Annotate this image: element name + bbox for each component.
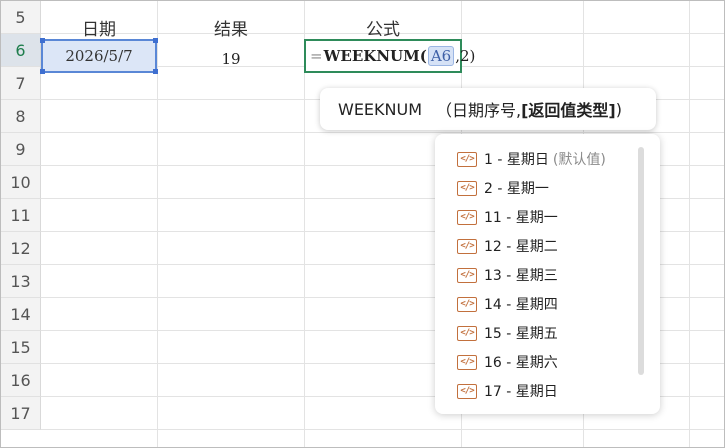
cell-C6-formula-editor[interactable]: = WEEKNUM( A6 ,2) xyxy=(304,39,475,73)
row-header-7[interactable]: 7 xyxy=(1,67,41,100)
dropdown-option[interactable]: </> 11 - 星期一 xyxy=(457,204,558,230)
function-code-icon: </> xyxy=(457,238,477,254)
dropdown-option[interactable]: </> 16 - 星期六 xyxy=(457,349,558,375)
dropdown-option-label: 11 - 星期一 xyxy=(484,210,558,226)
range-handle[interactable] xyxy=(153,38,158,43)
row-header-5[interactable]: 5 xyxy=(1,1,41,34)
row-header-15[interactable]: 15 xyxy=(1,331,41,364)
tooltip-function-name: WEEKNUM xyxy=(338,99,423,119)
range-handle[interactable] xyxy=(40,69,45,74)
function-code-icon: </> xyxy=(457,383,477,399)
dropdown-option-label: 13 - 星期三 xyxy=(484,268,558,284)
dropdown-option[interactable]: </> 2 - 星期一 xyxy=(457,175,549,201)
formula-arguments: ,2) xyxy=(455,47,476,65)
function-code-icon: </> xyxy=(457,151,477,167)
row-header-13[interactable]: 13 xyxy=(1,265,41,298)
row-header-16[interactable]: 16 xyxy=(1,364,41,397)
row-header-6[interactable]: 6 xyxy=(1,34,41,67)
row-header-14[interactable]: 14 xyxy=(1,298,41,331)
dropdown-option[interactable]: </> 15 - 星期五 xyxy=(457,320,558,346)
formula-equals: = xyxy=(310,47,323,65)
cell-C5[interactable]: 公式 xyxy=(305,15,461,40)
dropdown-option-label: 14 - 星期四 xyxy=(484,297,558,313)
dropdown-option-label: 17 - 星期日 xyxy=(484,384,558,400)
tooltip-param-date: （日期序号, xyxy=(436,101,522,120)
cell-B6-value[interactable]: 19 xyxy=(157,50,305,68)
function-code-icon: </> xyxy=(457,296,477,312)
row-header-17[interactable]: 17 xyxy=(1,397,41,430)
function-signature-tooltip: WEEKNUM （日期序号, [返回值类型] ) xyxy=(320,88,656,130)
grid-column-line xyxy=(689,1,690,447)
dropdown-option-label: 2 - 星期一 xyxy=(484,181,549,197)
cell-A6-value: 2026/5/7 xyxy=(65,47,133,65)
spreadsheet-window: 5 6 7 8 9 10 11 12 13 14 15 16 17 日期 结果 公式 2026/5/7 … xyxy=(0,0,725,448)
range-handle[interactable] xyxy=(40,38,45,43)
row-header-8[interactable]: 8 xyxy=(1,100,41,133)
function-code-icon: </> xyxy=(457,354,477,370)
tooltip-close-paren: ) xyxy=(615,99,622,119)
function-code-icon: </> xyxy=(457,325,477,341)
cell-A5[interactable]: 日期 xyxy=(41,15,157,40)
grid-row-line xyxy=(41,132,724,133)
range-handle[interactable] xyxy=(153,69,158,74)
function-code-icon: </> xyxy=(457,267,477,283)
cell-A6-reference-highlight[interactable]: 2026/5/7 xyxy=(40,38,158,74)
dropdown-option-label: 15 - 星期五 xyxy=(484,326,558,342)
dropdown-option-label: 1 - 星期日 xyxy=(484,152,549,168)
formula-reference-A6: A6 xyxy=(427,46,455,66)
row-header-10[interactable]: 10 xyxy=(1,166,41,199)
dropdown-option[interactable]: </> 12 - 星期二 xyxy=(457,233,558,259)
formula-function-name: WEEKNUM( xyxy=(323,47,427,65)
return-type-dropdown[interactable]: </> 1 - 星期日 (默认值) </> 2 - 星期一 </> 11 - 星期一 </> 1… xyxy=(435,134,660,414)
function-code-icon: </> xyxy=(457,180,477,196)
row-header-11[interactable]: 11 xyxy=(1,199,41,232)
dropdown-option[interactable]: </> 13 - 星期三 xyxy=(457,262,558,288)
grid-row-line xyxy=(41,429,724,430)
dropdown-option-default-note: (默认值) xyxy=(552,152,606,168)
tooltip-param-return-type: [返回值类型] xyxy=(521,101,616,120)
row-header-12[interactable]: 12 xyxy=(1,232,41,265)
dropdown-scrollbar[interactable] xyxy=(638,147,644,375)
dropdown-option[interactable]: </> 17 - 星期日 xyxy=(457,378,558,404)
row-header-9[interactable]: 9 xyxy=(1,133,41,166)
dropdown-option-label: 16 - 星期六 xyxy=(484,355,558,371)
dropdown-option-label: 12 - 星期二 xyxy=(484,239,558,255)
dropdown-option[interactable]: </> 1 - 星期日 (默认值) xyxy=(457,146,606,172)
function-code-icon: </> xyxy=(457,209,477,225)
dropdown-option[interactable]: </> 14 - 星期四 xyxy=(457,291,558,317)
cell-B5[interactable]: 结果 xyxy=(157,15,305,40)
